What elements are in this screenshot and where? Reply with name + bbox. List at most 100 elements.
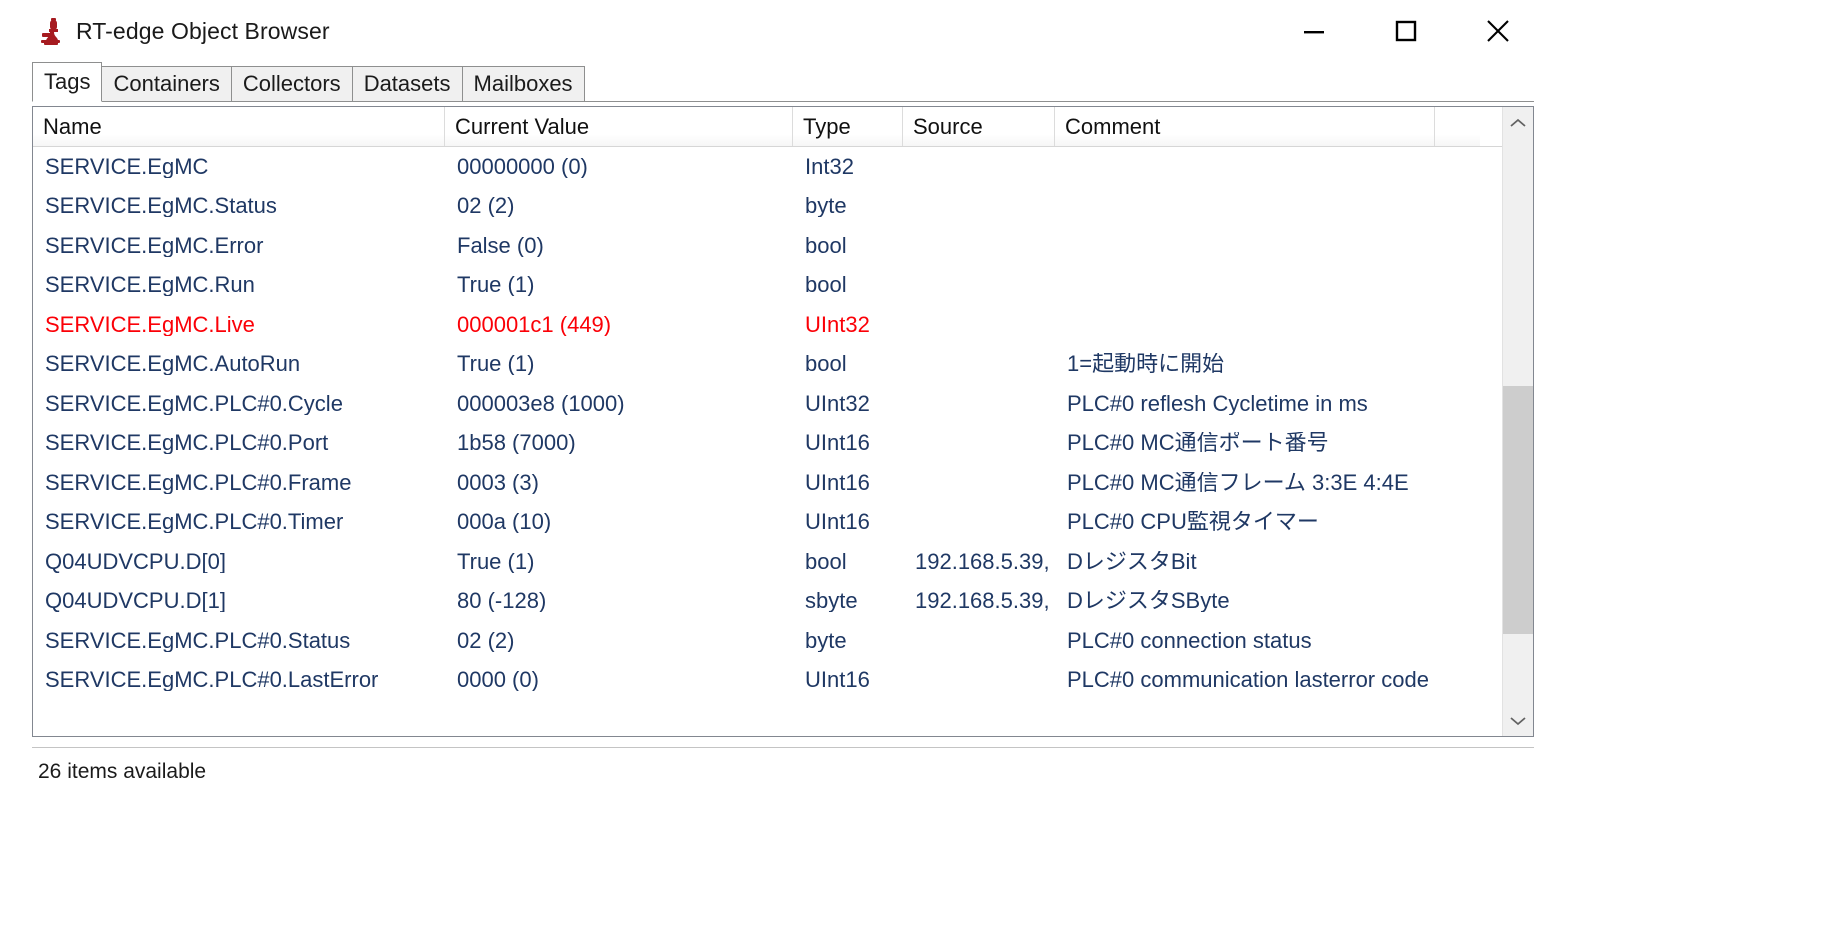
tab-tags[interactable]: Tags bbox=[32, 62, 103, 102]
cell-current-value: 02 (2) bbox=[457, 629, 515, 652]
maximize-button[interactable] bbox=[1360, 0, 1452, 62]
cell-type: byte bbox=[805, 629, 847, 652]
cell-current-value: 1b58 (7000) bbox=[457, 432, 576, 455]
tab-label: Datasets bbox=[363, 71, 451, 96]
column-header-name[interactable]: Name bbox=[33, 107, 445, 146]
cell-source: 192.168.5.39, bbox=[915, 550, 1050, 573]
table-row[interactable]: SERVICE.EgMC.PLC#0.Cycle 000003e8 (1000) U… bbox=[33, 384, 1533, 424]
cell-name: SERVICE.EgMC.PLC#0.Port bbox=[45, 432, 329, 455]
table-row[interactable]: SERVICE.EgMC.PLC#0.LastError 0000 (0) UInt… bbox=[33, 661, 1533, 701]
cell-current-value: 000001c1 (449) bbox=[457, 313, 612, 336]
tab-label: Collectors bbox=[242, 71, 341, 96]
cell-current-value: False (0) bbox=[457, 234, 544, 257]
chevron-up-icon bbox=[1510, 118, 1526, 127]
close-button[interactable] bbox=[1452, 0, 1544, 62]
status-text: 26 items available bbox=[38, 759, 207, 783]
cell-comment: PLC#0 communication lasterror code bbox=[1067, 669, 1429, 692]
application-window: RT-edge Object Browser Tags Containers C… bbox=[0, 0, 1544, 800]
cell-current-value: 000003e8 (1000) bbox=[457, 392, 625, 415]
tab-datasets[interactable]: Datasets bbox=[351, 66, 463, 102]
tab-mailboxes[interactable]: Mailboxes bbox=[461, 66, 585, 102]
maximize-icon bbox=[1395, 20, 1417, 42]
cell-name: SERVICE.EgMC.Status bbox=[45, 195, 277, 218]
tags-list-view: Name Current Value Type Source Comment S… bbox=[32, 106, 1534, 737]
table-header: Name Current Value Type Source Comment bbox=[33, 107, 1533, 147]
cell-type: sbyte bbox=[805, 590, 858, 613]
cell-current-value: 0003 (3) bbox=[457, 471, 539, 494]
microscope-icon bbox=[41, 18, 60, 45]
cell-comment: DレジスタBit bbox=[1067, 550, 1197, 573]
cell-current-value: 02 (2) bbox=[457, 195, 515, 218]
cell-comment: 1=起動時に開始 bbox=[1067, 353, 1225, 376]
cell-name: SERVICE.EgMC.AutoRun bbox=[45, 353, 301, 376]
chevron-down-icon bbox=[1510, 716, 1526, 725]
cell-name: SERVICE.EgMC.PLC#0.LastError bbox=[45, 669, 379, 692]
cell-current-value: 00000000 (0) bbox=[457, 155, 588, 178]
table-row[interactable]: Q04UDVCPU.D[1] 80 (-128) sbyte 192.168.5.39… bbox=[33, 582, 1533, 622]
table-row[interactable]: SERVICE.EgMC.PLC#0.Port 1b58 (7000) UInt16… bbox=[33, 424, 1533, 464]
scroll-up-button[interactable] bbox=[1503, 107, 1533, 138]
vertical-scrollbar[interactable] bbox=[1502, 107, 1533, 736]
status-bar: 26 items available bbox=[32, 747, 1534, 795]
table-row[interactable]: SERVICE.EgMC.Live 000001c1 (449) UInt32 bbox=[33, 305, 1533, 345]
table-row[interactable]: SERVICE.EgMC 00000000 (0) Int32 bbox=[33, 147, 1533, 187]
column-header-type[interactable]: Type bbox=[793, 107, 903, 146]
cell-name: SERVICE.EgMC bbox=[45, 155, 209, 178]
cell-name: SERVICE.EgMC.Run bbox=[45, 274, 255, 297]
cell-current-value: 000a (10) bbox=[457, 511, 552, 534]
column-header-current-value[interactable]: Current Value bbox=[445, 107, 793, 146]
cell-name: SERVICE.EgMC.PLC#0.Frame bbox=[45, 471, 352, 494]
tab-containers[interactable]: Containers bbox=[101, 66, 232, 102]
table-body: SERVICE.EgMC 00000000 (0) Int32 SERVICE.EgM… bbox=[33, 147, 1533, 736]
cell-name: SERVICE.EgMC.Error bbox=[45, 234, 264, 257]
cell-name: SERVICE.EgMC.PLC#0.Timer bbox=[45, 511, 344, 534]
column-header-extra[interactable] bbox=[1435, 107, 1480, 146]
cell-type: bool bbox=[805, 234, 847, 257]
window-controls bbox=[1268, 0, 1544, 62]
cell-type: bool bbox=[805, 550, 847, 573]
column-header-source[interactable]: Source bbox=[903, 107, 1055, 146]
cell-current-value: True (1) bbox=[457, 550, 535, 573]
tab-strip: Tags Containers Collectors Datasets Mail… bbox=[32, 62, 1534, 102]
close-icon bbox=[1487, 20, 1509, 42]
cell-comment: PLC#0 reflesh Cycletime in ms bbox=[1067, 392, 1368, 415]
table-row[interactable]: Q04UDVCPU.D[0] True (1) bool 192.168.5.39, D… bbox=[33, 542, 1533, 582]
cell-name: Q04UDVCPU.D[0] bbox=[45, 550, 226, 573]
scrollbar-thumb[interactable] bbox=[1503, 386, 1533, 634]
table-row[interactable]: SERVICE.EgMC.Status 02 (2) byte bbox=[33, 187, 1533, 227]
cell-type: UInt32 bbox=[805, 313, 870, 336]
cell-comment: PLC#0 MC通信ポート番号 bbox=[1067, 432, 1329, 455]
tab-label: Tags bbox=[44, 69, 91, 94]
cell-current-value: 0000 (0) bbox=[457, 669, 539, 692]
cell-type: UInt16 bbox=[805, 432, 870, 455]
minimize-button[interactable] bbox=[1268, 0, 1360, 62]
cell-comment: DレジスタSByte bbox=[1067, 590, 1230, 613]
cell-current-value: True (1) bbox=[457, 274, 535, 297]
cell-type: bool bbox=[805, 353, 847, 376]
tab-collectors[interactable]: Collectors bbox=[230, 66, 353, 102]
column-header-comment[interactable]: Comment bbox=[1055, 107, 1435, 146]
table-row[interactable]: SERVICE.EgMC.PLC#0.Frame 0003 (3) UInt16 PL… bbox=[33, 463, 1533, 503]
cell-comment: PLC#0 connection status bbox=[1067, 629, 1312, 652]
tab-label: Mailboxes bbox=[473, 71, 573, 96]
table-row[interactable]: SERVICE.EgMC.AutoRun True (1) bool 1=起動時に開始 bbox=[33, 345, 1533, 385]
cell-current-value: True (1) bbox=[457, 353, 535, 376]
cell-type: UInt16 bbox=[805, 669, 870, 692]
scrollbar-track[interactable] bbox=[1503, 138, 1533, 705]
scroll-down-button[interactable] bbox=[1503, 705, 1533, 736]
title-bar: RT-edge Object Browser bbox=[0, 0, 1544, 62]
cell-type: UInt32 bbox=[805, 392, 870, 415]
cell-name: SERVICE.EgMC.Live bbox=[45, 313, 255, 336]
table-row[interactable]: SERVICE.EgMC.Error False (0) bool bbox=[33, 226, 1533, 266]
cell-type: UInt16 bbox=[805, 471, 870, 494]
table-row[interactable]: SERVICE.EgMC.Run True (1) bool bbox=[33, 266, 1533, 306]
cell-type: byte bbox=[805, 195, 847, 218]
cell-name: Q04UDVCPU.D[1] bbox=[45, 590, 226, 613]
cell-name: SERVICE.EgMC.PLC#0.Cycle bbox=[45, 392, 343, 415]
cell-type: bool bbox=[805, 274, 847, 297]
table-row[interactable]: SERVICE.EgMC.PLC#0.Timer 000a (10) UInt16 P… bbox=[33, 503, 1533, 543]
table-row[interactable]: SERVICE.EgMC.PLC#0.Status 02 (2) byte PLC#0… bbox=[33, 621, 1533, 661]
cell-comment: PLC#0 MC通信フレーム 3:3E 4:4E bbox=[1067, 471, 1409, 494]
cell-source: 192.168.5.39, bbox=[915, 590, 1050, 613]
window-title: RT-edge Object Browser bbox=[76, 17, 330, 44]
